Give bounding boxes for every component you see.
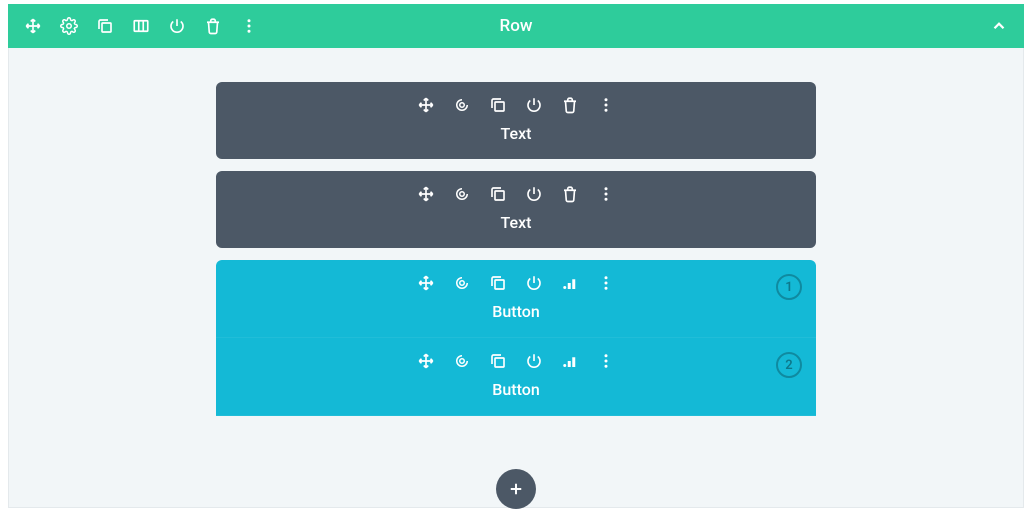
- row-container: Row Text: [8, 4, 1024, 508]
- power-icon[interactable]: [525, 274, 543, 292]
- text-module[interactable]: Text: [216, 82, 816, 159]
- ab-variant-badge[interactable]: 2: [776, 352, 802, 378]
- stats-icon[interactable]: [561, 274, 579, 292]
- more-icon[interactable]: [597, 185, 615, 203]
- module-toolbar: [216, 352, 816, 370]
- row-header[interactable]: Row: [8, 4, 1024, 48]
- trash-icon[interactable]: [561, 96, 579, 114]
- move-icon[interactable]: [417, 185, 435, 203]
- module-toolbar: [216, 96, 816, 114]
- more-icon[interactable]: [597, 352, 615, 370]
- row-body: Text Text 1: [8, 48, 1024, 508]
- move-icon[interactable]: [417, 274, 435, 292]
- module-toolbar: [216, 274, 816, 292]
- trash-icon[interactable]: [561, 185, 579, 203]
- module-label: Button: [216, 380, 816, 399]
- button-module[interactable]: 1 Button: [216, 260, 816, 338]
- row-header-icons: [24, 17, 258, 35]
- power-icon[interactable]: [525, 185, 543, 203]
- module-list: Text Text 1: [216, 82, 816, 416]
- move-icon[interactable]: [417, 352, 435, 370]
- move-icon[interactable]: [24, 17, 42, 35]
- gear-icon[interactable]: [60, 17, 78, 35]
- duplicate-icon[interactable]: [489, 352, 507, 370]
- duplicate-icon[interactable]: [489, 96, 507, 114]
- plus-icon: [507, 480, 525, 498]
- ab-variant-badge[interactable]: 1: [776, 274, 802, 300]
- power-icon[interactable]: [525, 352, 543, 370]
- move-icon[interactable]: [417, 96, 435, 114]
- module-label: Text: [216, 213, 816, 232]
- stats-icon[interactable]: [561, 352, 579, 370]
- power-icon[interactable]: [525, 96, 543, 114]
- columns-icon[interactable]: [132, 17, 150, 35]
- module-label: Button: [216, 302, 816, 321]
- gear-icon[interactable]: [453, 352, 471, 370]
- gear-icon[interactable]: [453, 274, 471, 292]
- more-icon[interactable]: [597, 96, 615, 114]
- module-toolbar: [216, 185, 816, 203]
- gear-icon[interactable]: [453, 96, 471, 114]
- add-module-button[interactable]: [496, 469, 536, 509]
- duplicate-icon[interactable]: [489, 185, 507, 203]
- gear-icon[interactable]: [453, 185, 471, 203]
- button-module[interactable]: 2 Button: [216, 338, 816, 416]
- duplicate-icon[interactable]: [96, 17, 114, 35]
- more-icon[interactable]: [597, 274, 615, 292]
- text-module[interactable]: Text: [216, 171, 816, 248]
- chevron-up-icon[interactable]: [990, 17, 1008, 35]
- duplicate-icon[interactable]: [489, 274, 507, 292]
- more-icon[interactable]: [240, 17, 258, 35]
- module-label: Text: [216, 124, 816, 143]
- power-icon[interactable]: [168, 17, 186, 35]
- trash-icon[interactable]: [204, 17, 222, 35]
